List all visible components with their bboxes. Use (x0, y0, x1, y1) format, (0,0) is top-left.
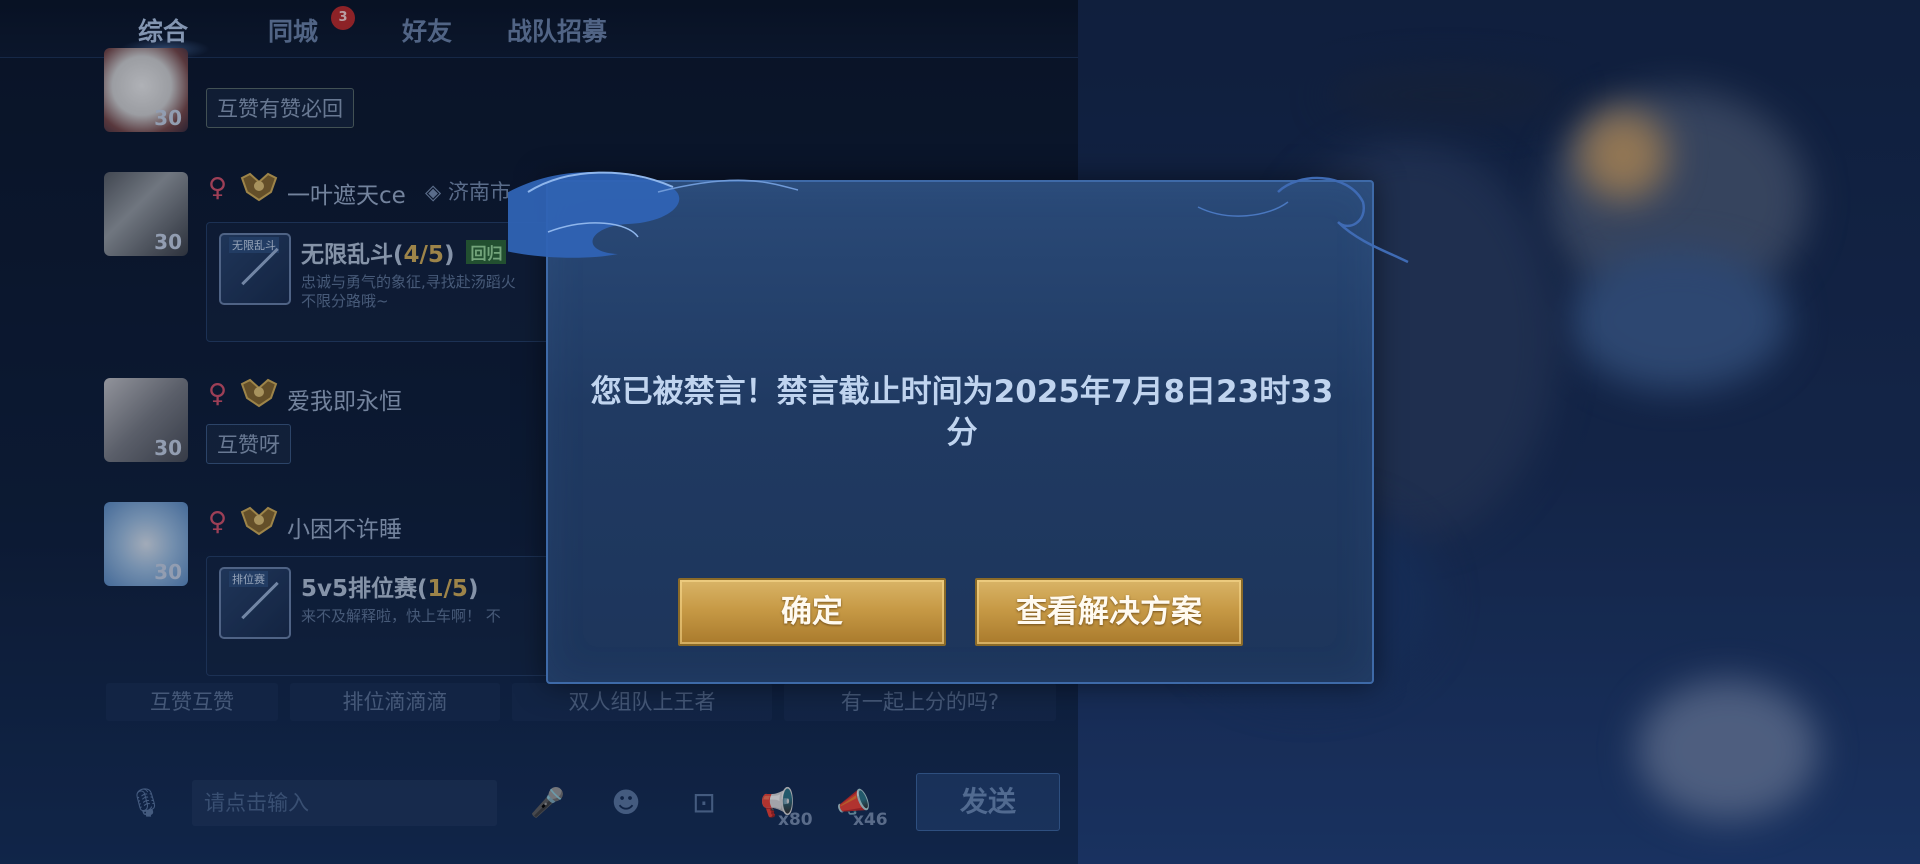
confirm-button[interactable]: 确定 (678, 578, 946, 646)
cloud-ornament-icon (508, 171, 1409, 264)
mute-message: 您已被禁言！禁言截止时间为2025年7月8日23时33 分 (590, 374, 1334, 451)
mute-notice-dialog: 您已被禁言！禁言截止时间为2025年7月8日23时33 分 确定 查看解决方案 (508, 171, 1409, 684)
view-solution-button[interactable]: 查看解决方案 (975, 578, 1243, 646)
